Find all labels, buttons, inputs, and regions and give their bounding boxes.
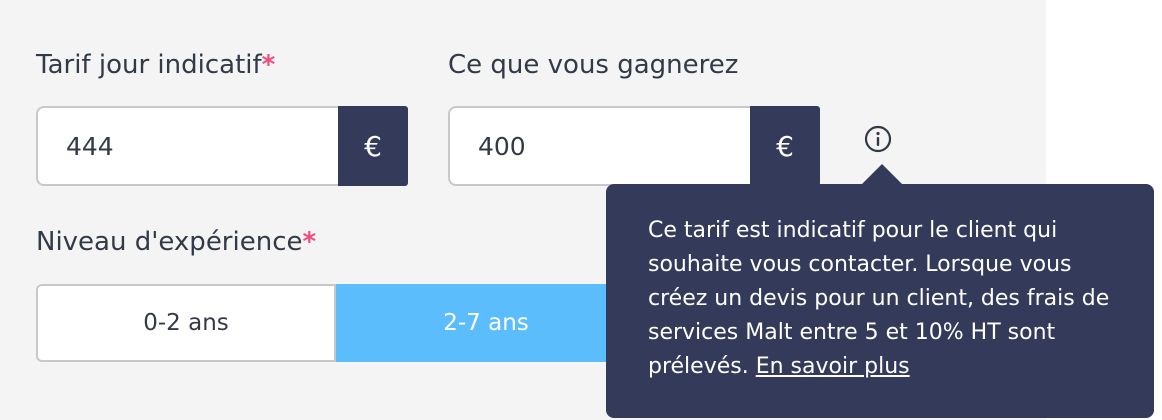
daily-rate-label-text: Tarif jour indicatif bbox=[36, 50, 262, 80]
learn-more-link[interactable]: En savoir plus bbox=[756, 354, 910, 379]
daily-rate-input[interactable] bbox=[36, 106, 338, 186]
euro-suffix: € bbox=[338, 106, 408, 186]
daily-rate-field: € bbox=[36, 106, 408, 186]
experience-option-2-7[interactable]: 2-7 ans bbox=[336, 284, 636, 362]
earnings-field: € bbox=[448, 106, 820, 186]
experience-selector: 0-2 ans 2-7 ans bbox=[36, 284, 636, 362]
experience-option-0-2[interactable]: 0-2 ans bbox=[36, 284, 336, 362]
required-mark: * bbox=[302, 227, 317, 257]
experience-label-text: Niveau d'expérience bbox=[36, 227, 303, 257]
experience-label: Niveau d'expérience* bbox=[36, 227, 316, 257]
daily-rate-label: Tarif jour indicatif* bbox=[36, 50, 275, 80]
required-mark: * bbox=[261, 50, 276, 80]
info-tooltip: Ce tarif est indicatif pour le client qu… bbox=[606, 184, 1154, 418]
earnings-label: Ce que vous gagnerez bbox=[448, 50, 739, 80]
earnings-input[interactable] bbox=[448, 106, 750, 186]
tooltip-arrow bbox=[861, 164, 903, 185]
euro-suffix: € bbox=[750, 106, 820, 186]
info-circle-icon[interactable] bbox=[864, 125, 892, 153]
